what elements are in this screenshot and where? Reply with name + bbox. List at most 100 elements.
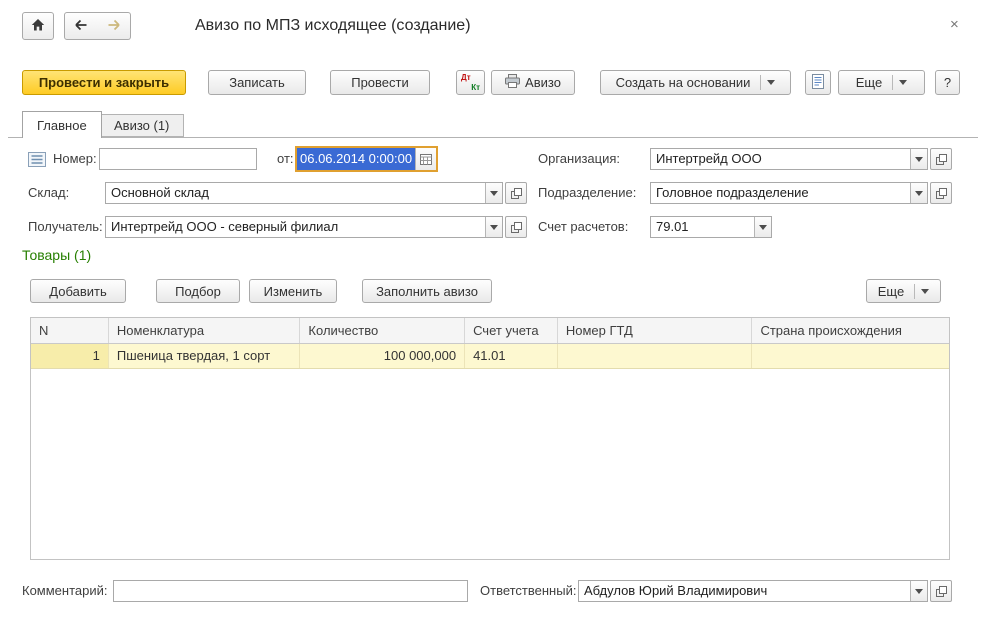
show-postings-button[interactable]: Дт Кт bbox=[456, 70, 485, 95]
save-label: Записать bbox=[229, 75, 285, 90]
cell-quantity[interactable]: 100 000,000 bbox=[300, 344, 465, 368]
number-label: Номер: bbox=[53, 148, 97, 170]
chevron-down-icon bbox=[490, 225, 498, 230]
organization-value: Интертрейд ООО bbox=[651, 149, 910, 169]
open-field-icon bbox=[935, 153, 948, 166]
row-marker-icon bbox=[28, 152, 46, 170]
print-aviso-button[interactable]: Авизо bbox=[491, 70, 575, 95]
responsible-open-button[interactable] bbox=[930, 580, 952, 602]
column-header-account: Счет учета bbox=[465, 318, 558, 343]
warehouse-open-button[interactable] bbox=[505, 182, 527, 204]
responsible-value: Абдулов Юрий Владимирович bbox=[579, 581, 910, 601]
cell-gtd[interactable] bbox=[558, 344, 753, 368]
warehouse-select[interactable]: Основной склад bbox=[105, 182, 503, 204]
organization-open-button[interactable] bbox=[930, 148, 952, 170]
settlement-account-label: Счет расчетов: bbox=[538, 216, 628, 238]
settlement-account-value: 79.01 bbox=[651, 217, 754, 237]
chevron-down-icon bbox=[915, 157, 923, 162]
column-header-gtd: Номер ГТД bbox=[558, 318, 753, 343]
help-button[interactable]: ? bbox=[935, 70, 960, 95]
create-based-on-button[interactable]: Создать на основании bbox=[600, 70, 791, 95]
date-label: от: bbox=[277, 148, 294, 170]
back-arrow-icon bbox=[73, 17, 89, 36]
chevron-down-icon bbox=[915, 589, 923, 594]
responsible-label: Ответственный: bbox=[480, 580, 576, 602]
receiver-value: Интертрейд ООО - северный филиал bbox=[106, 217, 485, 237]
date-input[interactable]: 06.06.2014 0:00:00 bbox=[295, 146, 438, 172]
chevron-down-icon bbox=[899, 80, 907, 85]
tab-main[interactable]: Главное bbox=[22, 111, 102, 138]
department-dropdown-button[interactable] bbox=[910, 183, 927, 203]
printer-icon bbox=[505, 74, 520, 91]
receiver-open-button[interactable] bbox=[505, 216, 527, 238]
tab-strip-line bbox=[8, 137, 978, 138]
column-header-n: N bbox=[31, 318, 109, 343]
department-select[interactable]: Головное подразделение bbox=[650, 182, 928, 204]
warehouse-value: Основной склад bbox=[106, 183, 485, 203]
related-documents-button[interactable] bbox=[805, 70, 831, 95]
save-button[interactable]: Записать bbox=[208, 70, 306, 95]
cell-n[interactable]: 1 bbox=[31, 344, 109, 368]
table-row[interactable]: 1 Пшеница твердая, 1 сорт 100 000,000 41… bbox=[31, 344, 949, 369]
post-and-close-label: Провести и закрыть bbox=[39, 75, 169, 90]
pick-label: Подбор bbox=[175, 284, 221, 299]
settlement-account-dropdown-button[interactable] bbox=[754, 217, 771, 237]
settlement-account-select[interactable]: 79.01 bbox=[650, 216, 772, 238]
responsible-dropdown-button[interactable] bbox=[910, 581, 927, 601]
comment-input[interactable] bbox=[113, 580, 468, 602]
button-separator bbox=[892, 75, 893, 90]
button-separator bbox=[760, 75, 761, 90]
fill-aviso-label: Заполнить авизо bbox=[376, 284, 478, 299]
chevron-down-icon bbox=[915, 191, 923, 196]
organization-dropdown-button[interactable] bbox=[910, 149, 927, 169]
post-label: Провести bbox=[351, 75, 409, 90]
open-field-icon bbox=[935, 187, 948, 200]
forward-button[interactable] bbox=[97, 12, 131, 40]
tab-aviso-label: Авизо (1) bbox=[114, 118, 169, 133]
forward-arrow-icon bbox=[106, 17, 122, 36]
post-and-close-button[interactable]: Провести и закрыть bbox=[22, 70, 186, 95]
goods-more-button[interactable]: Еще bbox=[866, 279, 941, 303]
receiver-dropdown-button[interactable] bbox=[485, 217, 502, 237]
aviso-document-window: { "colors": { "primary_button": "#fecb24… bbox=[0, 0, 986, 618]
home-icon bbox=[30, 17, 46, 36]
receiver-label: Получатель: bbox=[28, 216, 103, 238]
department-value: Головное подразделение bbox=[651, 183, 910, 203]
cell-country[interactable] bbox=[752, 344, 949, 368]
warehouse-label: Склад: bbox=[28, 182, 69, 204]
edit-label: Изменить bbox=[264, 284, 323, 299]
open-field-icon bbox=[510, 221, 523, 234]
toolbar-more-button[interactable]: Еще bbox=[838, 70, 925, 95]
fill-aviso-button[interactable]: Заполнить авизо bbox=[362, 279, 492, 303]
add-row-label: Добавить bbox=[49, 284, 106, 299]
receiver-select[interactable]: Интертрейд ООО - северный филиал bbox=[105, 216, 503, 238]
add-row-button[interactable]: Добавить bbox=[30, 279, 126, 303]
column-header-country: Страна происхождения bbox=[752, 318, 949, 343]
document-icon bbox=[811, 74, 825, 92]
post-button[interactable]: Провести bbox=[330, 70, 430, 95]
responsible-select[interactable]: Абдулов Юрий Владимирович bbox=[578, 580, 928, 602]
cell-nomenclature[interactable]: Пшеница твердая, 1 сорт bbox=[109, 344, 301, 368]
goods-table-header: N Номенклатура Количество Счет учета Ном… bbox=[31, 318, 949, 344]
calendar-button[interactable] bbox=[415, 148, 436, 170]
pick-button[interactable]: Подбор bbox=[156, 279, 240, 303]
close-button[interactable]: × bbox=[950, 16, 959, 33]
home-button[interactable] bbox=[22, 12, 54, 40]
tab-main-label: Главное bbox=[37, 118, 87, 133]
help-label: ? bbox=[944, 75, 951, 90]
organization-label: Организация: bbox=[538, 148, 620, 170]
number-input[interactable] bbox=[99, 148, 257, 170]
chevron-down-icon bbox=[921, 289, 929, 294]
create-based-on-label: Создать на основании bbox=[616, 75, 751, 90]
warehouse-dropdown-button[interactable] bbox=[485, 183, 502, 203]
column-header-quantity: Количество bbox=[300, 318, 465, 343]
chevron-down-icon bbox=[490, 191, 498, 196]
open-field-icon bbox=[935, 585, 948, 598]
edit-button[interactable]: Изменить bbox=[249, 279, 337, 303]
department-open-button[interactable] bbox=[930, 182, 952, 204]
organization-select[interactable]: Интертрейд ООО bbox=[650, 148, 928, 170]
cell-account[interactable]: 41.01 bbox=[465, 344, 558, 368]
calendar-icon bbox=[420, 153, 432, 165]
back-button[interactable] bbox=[64, 12, 98, 40]
tab-aviso[interactable]: Авизо (1) bbox=[99, 114, 184, 137]
